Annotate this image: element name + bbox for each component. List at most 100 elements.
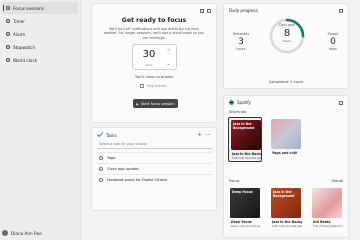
play-icon: ▶	[136, 101, 139, 106]
start-focus-label: Start focus session	[140, 101, 175, 106]
tasks-title: Tasks	[106, 133, 117, 138]
tasks-card: Tasks + ⋯ Select a task for your session…	[91, 127, 217, 211]
chevron-up-icon[interactable]: ⌃	[167, 49, 170, 53]
see-all-link[interactable]: See all	[332, 179, 343, 183]
goal-unit: hours	[282, 39, 292, 43]
playlist-cover: Deep Focus	[230, 188, 260, 218]
sidebar: Focus sessions Timer Alarm Stopwatch Wor…	[0, 0, 81, 240]
spotify-card: Spotify Shortcuts Jazz in the Background…	[223, 95, 349, 238]
more-options-icon[interactable]	[339, 9, 343, 13]
task-complete-radio[interactable]	[99, 155, 103, 160]
task-complete-radio[interactable]	[99, 177, 103, 182]
skip-breaks-option[interactable]: Skip breaks	[140, 84, 167, 88]
sidebar-item-timer[interactable]: Timer	[2, 15, 78, 27]
sidebar-item-label: Stopwatch	[13, 44, 36, 50]
card-actions	[200, 9, 211, 13]
more-options-icon[interactable]	[207, 9, 211, 13]
yesterday-stat: Yesterday 3 hours	[228, 32, 254, 51]
sidebar-item-stopwatch[interactable]: Stopwatch	[2, 41, 78, 53]
cover-title: Deep Focus	[232, 190, 253, 194]
task-label: Facebook posts for Digital Citizen	[107, 177, 167, 182]
sidebar-item-world-clock[interactable]: World clock	[2, 54, 78, 66]
playlist-description: Keep calm and focus with ambient...	[231, 225, 261, 228]
task-label: Clock app update	[107, 166, 139, 171]
task-item[interactable]: Facebook posts for Digital Citizen	[97, 174, 213, 184]
focus-session-card: Get ready to focus We'll turn off notifi…	[91, 3, 217, 123]
shortcuts-label: Shortcuts	[229, 110, 247, 114]
yesterday-value: 3	[238, 37, 244, 47]
alarm-icon	[6, 32, 10, 36]
task-item[interactable]: Clock app update	[97, 163, 213, 173]
playlist-cover	[312, 188, 342, 218]
stopwatch-icon	[6, 45, 10, 49]
progress-title: Daily progress	[229, 8, 258, 13]
sidebar-item-alarm[interactable]: Alarm	[2, 28, 78, 40]
skip-breaks-label: Skip breaks	[147, 84, 167, 88]
playlist-tile[interactable]: Deep Focus Deep Focus Keep calm and focu…	[228, 186, 262, 231]
playlist-name: Jazz in the Backg...	[232, 152, 262, 156]
streak-stat: Streak 0 days	[320, 32, 346, 51]
sidebar-nav: Focus sessions Timer Alarm Stopwatch Wor…	[0, 0, 80, 66]
focus-description: We'll turn off notifications and app ale…	[103, 27, 205, 40]
sidebar-item-label: Focus sessions	[13, 5, 44, 11]
daily-goal-text: Daily goal 8 hours	[267, 23, 307, 43]
streak-unit: days	[329, 47, 337, 51]
user-name: Diana Ann Roe	[11, 230, 42, 236]
playlist-description: The chillest beats to help you...	[313, 225, 343, 228]
avatar	[2, 230, 8, 236]
spotify-header: Spotify	[229, 100, 251, 105]
playlist-cover: Jazz in the Background	[271, 188, 301, 218]
streak-label: Streak	[327, 32, 339, 36]
yesterday-unit: hours	[236, 47, 246, 51]
playlist-tile[interactable]: Jazz in the Background Jazz in the Backg…	[269, 186, 303, 231]
task-label: Yoga	[107, 155, 116, 160]
focus-section-label: Focus	[229, 179, 240, 183]
duration-stepper[interactable]: 30 mins ⌃ ⌄	[132, 44, 177, 70]
streak-value: 0	[330, 37, 336, 47]
completed-text: Completed: 2 hours	[268, 80, 304, 84]
goal-label: Daily goal	[279, 23, 295, 27]
playlist-tile[interactable]: Jazz in the Background Jazz in the Backg…	[228, 117, 262, 162]
compact-mode-icon[interactable]	[200, 9, 204, 13]
playlist-name: Jazz in the Backg...	[272, 220, 302, 224]
task-complete-radio[interactable]	[99, 166, 103, 171]
focus-icon	[6, 6, 10, 10]
start-focus-button[interactable]: ▶ Start focus session	[133, 99, 178, 108]
cover-title: Jazz in the Background	[273, 190, 295, 198]
playlist-name: Yoga and chill	[272, 151, 297, 155]
more-options-icon[interactable]	[339, 101, 343, 105]
duration-unit: mins	[145, 63, 153, 67]
timer-icon	[6, 19, 10, 23]
card-actions	[339, 9, 343, 13]
user-account[interactable]: Diana Ann Roe	[2, 229, 42, 237]
breaks-text: You'll have no breaks	[135, 75, 173, 79]
sidebar-item-label: Timer	[13, 18, 25, 24]
playlist-description: Soft instrumental Jazz for all your...	[232, 157, 262, 160]
cover-title: Jazz in the Background	[233, 122, 255, 130]
tasks-actions: + ⋯	[198, 132, 211, 138]
spotify-logo-icon	[229, 100, 234, 105]
focus-title: Get ready to focus	[121, 17, 187, 24]
task-select-input[interactable]: Select a task for your session	[97, 142, 213, 149]
todo-logo-icon	[97, 133, 103, 138]
playlist-description: Soft instrumental Jazz for all your...	[272, 225, 302, 228]
task-item[interactable]: Yoga	[97, 152, 213, 162]
goal-value: 8	[283, 28, 291, 39]
yesterday-label: Yesterday	[232, 32, 250, 36]
playlist-name: Deep Focus	[231, 220, 252, 224]
chevron-down-icon[interactable]: ⌄	[167, 62, 170, 66]
sidebar-item-focus-sessions[interactable]: Focus sessions	[2, 2, 78, 14]
tasks-header: Tasks	[97, 133, 117, 138]
more-options-icon[interactable]: ⋯	[206, 132, 211, 138]
spotify-title: Spotify	[237, 100, 251, 105]
skip-breaks-checkbox[interactable]	[140, 84, 144, 88]
playlist-tile[interactable]: Intl Beats The chillest beats to help yo…	[310, 186, 344, 231]
sidebar-item-label: World clock	[13, 57, 38, 63]
daily-progress-card: Daily progress Yesterday 3 hours Daily g…	[223, 3, 349, 89]
playlist-tile[interactable]: Yoga and chill	[269, 117, 303, 162]
playlist-cover: Jazz in the Background	[231, 120, 261, 150]
add-task-icon[interactable]: +	[198, 132, 202, 138]
playlist-cover	[271, 119, 301, 149]
globe-icon	[6, 58, 10, 62]
duration-value[interactable]: 30	[137, 49, 161, 60]
